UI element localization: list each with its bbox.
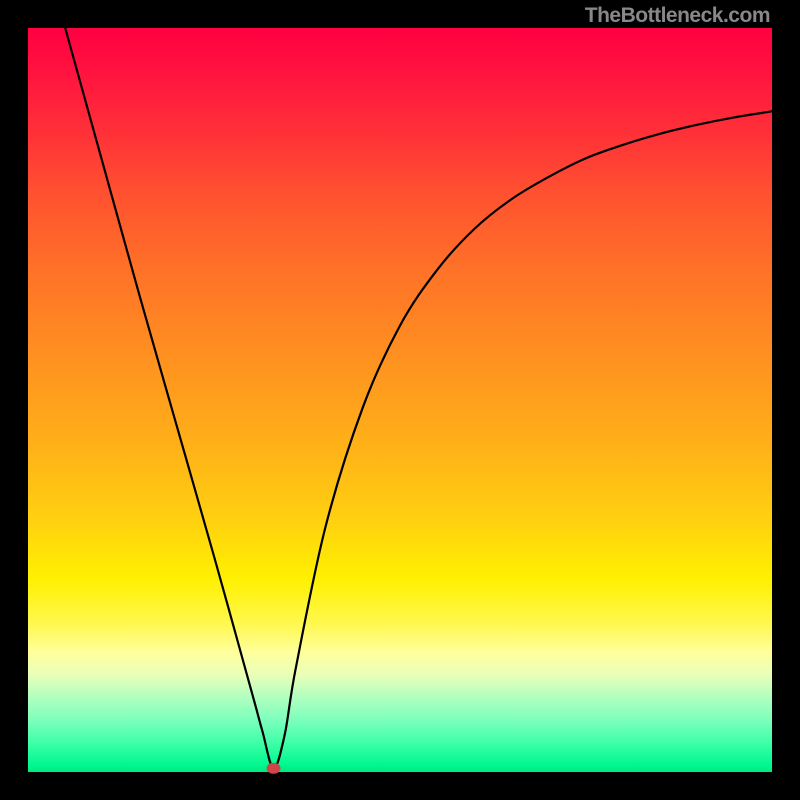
chart-frame: TheBottleneck.com [0, 0, 800, 800]
bottleneck-curve [65, 28, 772, 768]
plot-area [28, 28, 772, 772]
curve-svg [28, 28, 772, 772]
watermark-text: TheBottleneck.com [585, 4, 770, 28]
optimal-point-marker [267, 763, 281, 774]
